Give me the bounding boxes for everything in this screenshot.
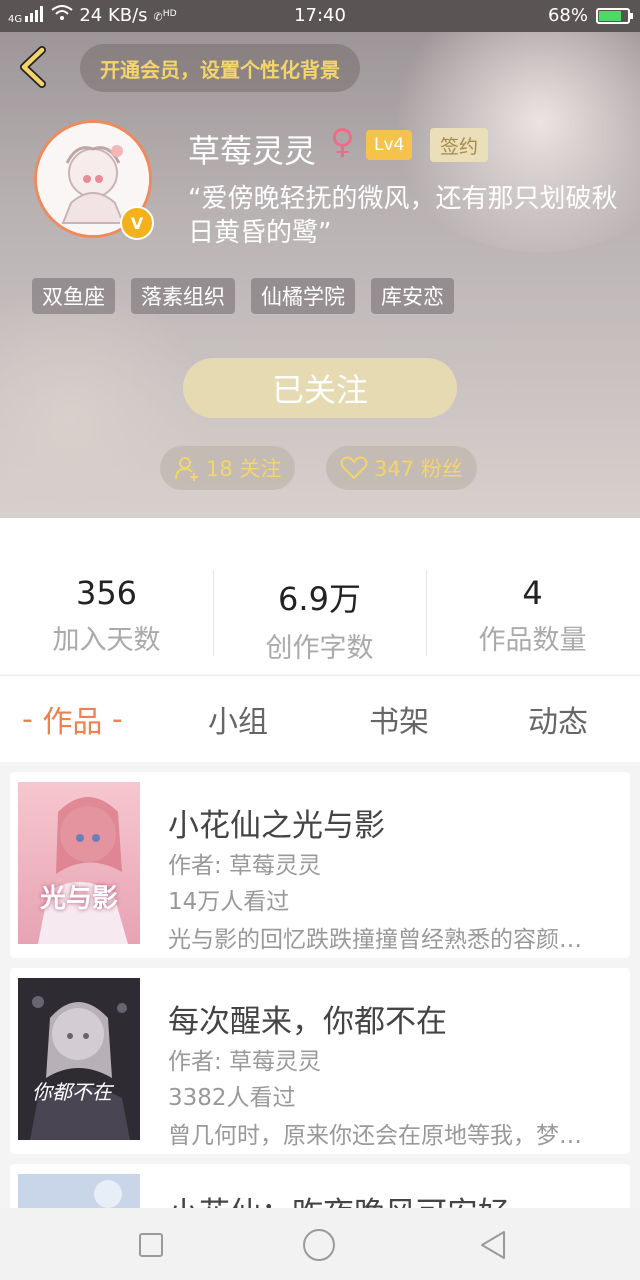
book-description: 光与影的回忆跌跌撞撞曾经熟悉的容颜… — [168, 927, 582, 953]
recent-apps-button[interactable] — [138, 1232, 164, 1262]
username: 草莓灵灵 — [188, 132, 317, 170]
profile-motto: “爱傍晚轻抚的微风，还有那只划破秋日黄昏的鹭” — [188, 184, 618, 248]
stat-value: 356 — [75, 574, 138, 612]
home-button[interactable] — [302, 1228, 336, 1266]
tag-item[interactable]: 仙橘学院 — [251, 278, 355, 314]
book-views: 3382人看过 — [168, 1085, 296, 1111]
stat-label: 加入天数 — [52, 625, 161, 656]
stat-label: 创作字数 — [265, 633, 374, 664]
stat-word-count: 6.9万 创作字数 — [213, 574, 426, 665]
book-author: 作者: 草莓灵灵 — [168, 1049, 322, 1075]
book-description: 曾几何时，原来你还会在原地等我，梦… — [168, 1123, 582, 1149]
stats-panel: 356 加入天数 6.9万 创作字数 4 作品数量 — [0, 518, 640, 674]
following-count: 18 关注 — [206, 457, 282, 481]
circle-icon — [303, 1229, 335, 1261]
fans-button[interactable]: 347 粉丝 — [326, 446, 477, 490]
tab-works[interactable]: - 作品 - — [22, 676, 123, 762]
tag-item[interactable]: 库安恋 — [371, 278, 454, 314]
heart-icon — [340, 456, 368, 480]
chevron-left-icon — [20, 46, 46, 88]
book-title: 小花仙之光与影 — [168, 808, 385, 844]
tab-activity[interactable]: 动态 — [528, 676, 588, 762]
tab-bookshelf[interactable]: 书架 — [369, 676, 429, 762]
battery-icon — [596, 7, 633, 24]
book-author: 作者: 草莓灵灵 — [168, 853, 322, 879]
back-nav-button[interactable] — [478, 1230, 508, 1264]
book-title: 每次醒来，你都不在 — [168, 1004, 447, 1040]
user-add-icon — [175, 457, 198, 481]
back-button[interactable] — [14, 44, 54, 90]
book-cover: 你都不在 — [18, 978, 140, 1140]
stat-label: 作品数量 — [478, 625, 587, 656]
following-button[interactable]: 18 关注 — [160, 446, 296, 490]
followed-button[interactable]: 已关注 — [183, 358, 457, 418]
vip-badge-icon: V — [120, 206, 154, 240]
status-bar: 4G 24 KB/s ✆HD 17:40 68% — [0, 0, 640, 32]
book-cover: 光与影 — [18, 782, 140, 944]
system-nav-bar — [0, 1208, 640, 1280]
battery-percent: 68% — [547, 5, 588, 26]
tab-bar: - 作品 - 小组 书架 动态 — [0, 675, 640, 762]
square-icon — [139, 1233, 163, 1257]
stat-works-count: 4 作品数量 — [426, 574, 639, 657]
cover-title: 光与影 — [40, 884, 119, 914]
stat-value: 6.9万 — [278, 580, 361, 618]
profile-tags: 双鱼座 落素组织 仙橘学院 库安恋 — [32, 278, 454, 314]
cover-title: 你都不在 — [32, 1080, 112, 1104]
list-item[interactable]: 光与影 小花仙之光与影 作者: 草莓灵灵 14万人看过 光与影的回忆跌跌撞撞曾经… — [10, 772, 630, 958]
stat-join-days: 356 加入天数 — [0, 574, 213, 657]
vip-background-button[interactable]: 开通会员，设置个性化背景 — [80, 44, 360, 92]
stat-value: 4 — [522, 574, 543, 612]
signed-badge: 签约 — [430, 128, 489, 162]
fans-count: 347 粉丝 — [374, 457, 463, 481]
tag-item[interactable]: 落素组织 — [131, 278, 235, 314]
level-badge: Lv4 — [366, 130, 413, 160]
profile-header: 开通会员，设置个性化背景 V 草莓灵灵 ♀ Lv4 签约 “爱傍晚轻抚的微风，还… — [0, 32, 640, 518]
tag-item[interactable]: 双鱼座 — [32, 278, 115, 314]
triangle-back-icon — [481, 1231, 505, 1259]
book-views: 14万人看过 — [168, 889, 290, 915]
tab-groups[interactable]: 小组 — [208, 676, 268, 762]
clock: 17:40 — [294, 5, 346, 26]
list-item[interactable]: 你都不在 每次醒来，你都不在 作者: 草莓灵灵 3382人看过 曾几何时，原来你… — [10, 968, 630, 1154]
female-icon: ♀ — [330, 122, 355, 162]
